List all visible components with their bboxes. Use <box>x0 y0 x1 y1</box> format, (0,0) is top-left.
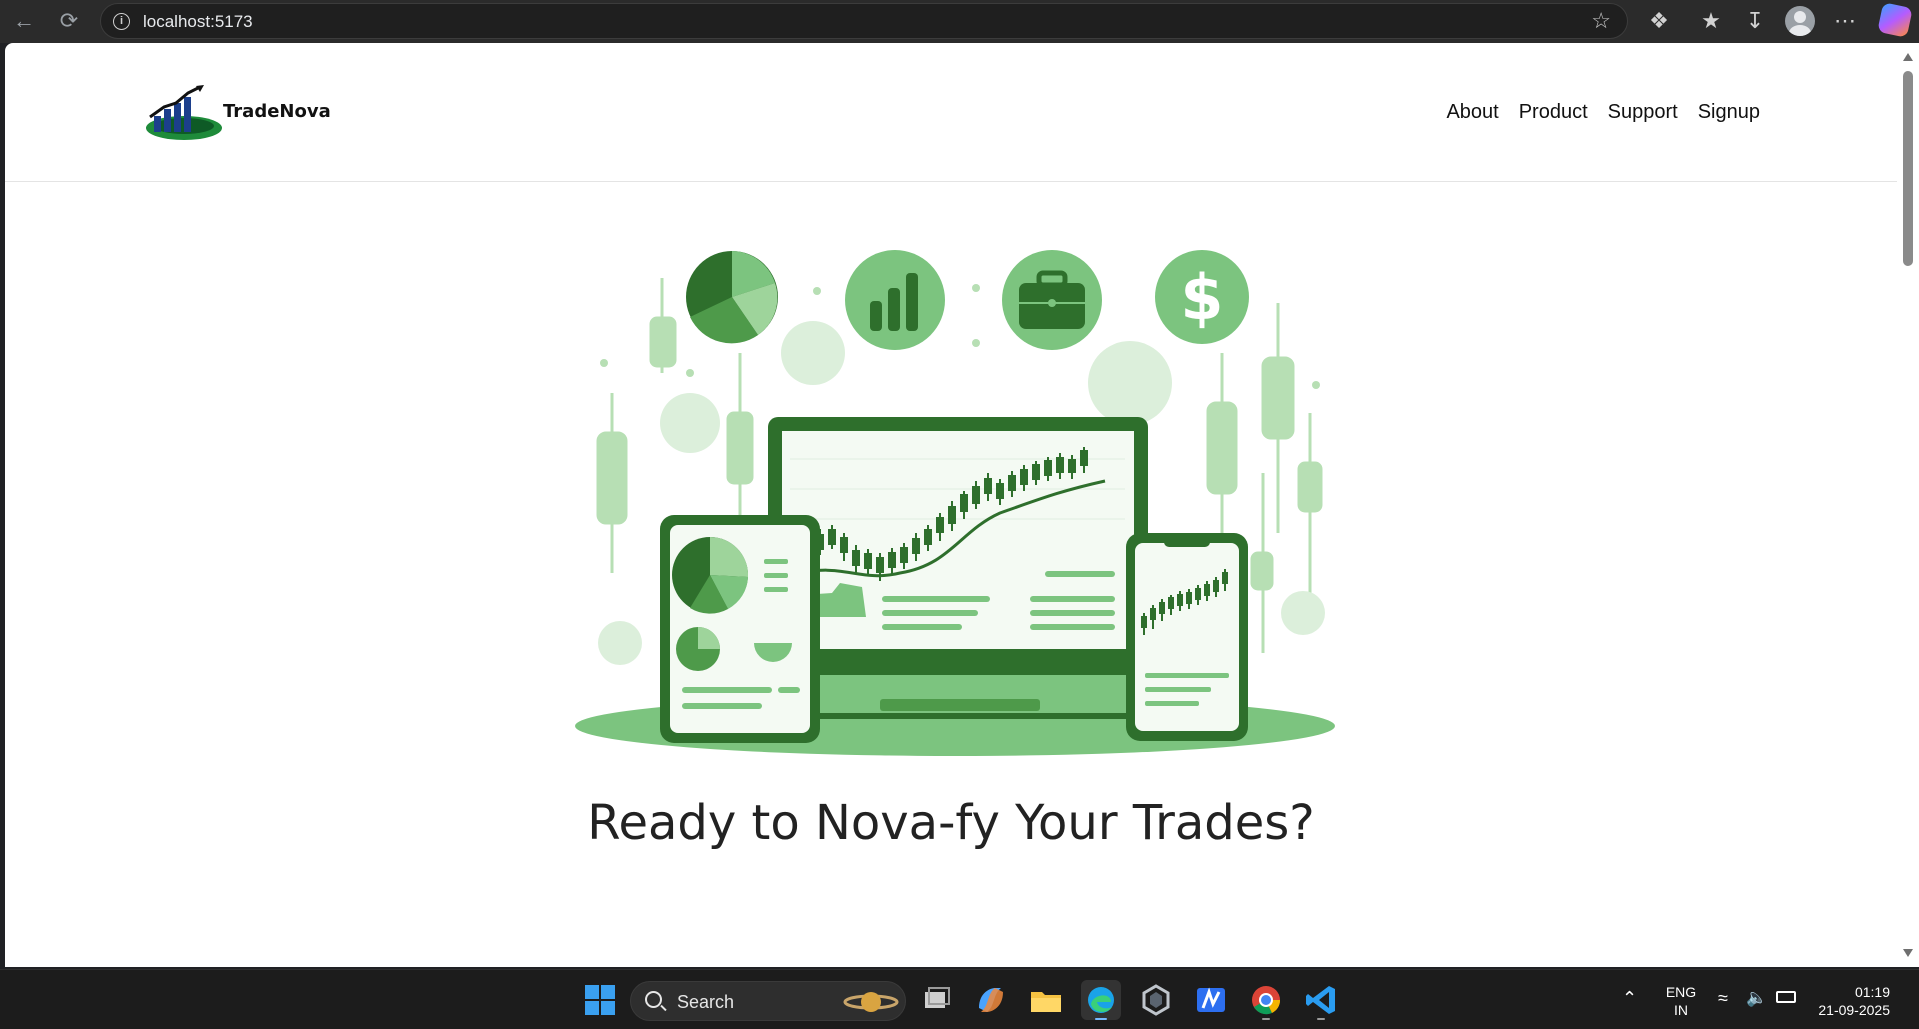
vscode-icon[interactable] <box>1301 980 1341 1020</box>
bar-chart-icon <box>845 250 945 350</box>
pie-chart-icon <box>686 251 778 344</box>
dollar-icon: $ <box>1155 250 1249 344</box>
windows-start-icon[interactable] <box>580 980 620 1020</box>
copilot-icon[interactable] <box>1877 2 1913 38</box>
scroll-up-arrow-icon[interactable] <box>1903 53 1913 61</box>
windows-taskbar: Search ⌃ ENG IN ≈ 🔈 01:19 21-09-2025 <box>0 969 1919 1029</box>
extensions-icon[interactable]: ❖ <box>1642 4 1676 38</box>
task-view-icon[interactable] <box>916 980 956 1020</box>
site-info-icon[interactable]: i <box>113 13 130 30</box>
browser-toolbar: ← ⟳ i localhost:5173 ☆ ❖ ★ ↧ ⋯ <box>0 0 1919 43</box>
language-region: IN <box>1674 1002 1688 1018</box>
favorites-icon[interactable]: ★ <box>1694 4 1728 38</box>
language-code: ENG <box>1665 984 1697 1000</box>
svg-text:$: $ <box>1180 261 1223 334</box>
scroll-down-arrow-icon[interactable] <box>1903 949 1913 957</box>
downloads-icon[interactable]: ↧ <box>1738 4 1772 38</box>
file-explorer-icon[interactable] <box>1026 980 1066 1020</box>
battery-icon[interactable] <box>1776 991 1796 1003</box>
copilot-app-icon[interactable] <box>971 980 1011 1020</box>
hero-headline: Ready to Nova-fy Your Trades? <box>587 795 1315 851</box>
site-navbar: TradeNova About Product Support Signup <box>5 43 1897 182</box>
chrome-browser-icon[interactable] <box>1246 980 1286 1020</box>
hero-illustration: $ <box>575 250 1335 756</box>
page-viewport: TradeNova About Product Support Signup $… <box>5 43 1897 967</box>
address-bar[interactable]: i localhost:5173 ☆ <box>100 3 1628 39</box>
address-url: localhost:5173 <box>143 12 253 31</box>
clock-time: 01:19 <box>1854 984 1890 1000</box>
search-icon <box>645 991 662 1008</box>
phone-illustration <box>1126 533 1248 741</box>
page-scrollbar[interactable] <box>1897 43 1919 967</box>
favorite-star-icon[interactable]: ☆ <box>1591 8 1611 34</box>
nav-link-signup[interactable]: Signup <box>1698 101 1760 124</box>
saturn-icon <box>843 992 899 1012</box>
nav-link-about[interactable]: About <box>1446 101 1498 124</box>
nav-link-product[interactable]: Product <box>1519 101 1588 124</box>
volume-icon[interactable]: 🔈 <box>1746 988 1767 1008</box>
profile-avatar[interactable] <box>1785 6 1815 36</box>
app-hexagon-icon[interactable] <box>1136 980 1176 1020</box>
app-blue-tile-icon[interactable] <box>1191 980 1231 1020</box>
tablet-illustration <box>660 515 820 743</box>
taskbar-search[interactable]: Search <box>630 981 906 1021</box>
scrollbar-thumb[interactable] <box>1903 71 1913 266</box>
more-menu-icon[interactable]: ⋯ <box>1828 4 1862 38</box>
briefcase-icon <box>1002 250 1102 350</box>
clock[interactable]: 01:19 21-09-2025 <box>1810 983 1890 1019</box>
chevron-up-icon[interactable]: ⌃ <box>1622 988 1637 1009</box>
brand-name[interactable]: TradeNova <box>223 101 331 122</box>
search-label: Search <box>677 992 735 1012</box>
clock-date: 21-09-2025 <box>1818 1002 1890 1018</box>
language-indicator[interactable]: ENG IN <box>1662 983 1700 1019</box>
back-arrow-icon[interactable]: ← <box>9 6 39 36</box>
wifi-icon[interactable]: ≈ <box>1718 988 1728 1009</box>
reload-icon[interactable]: ⟳ <box>54 6 84 36</box>
edge-browser-icon[interactable] <box>1081 980 1121 1020</box>
nav-link-support[interactable]: Support <box>1608 101 1678 124</box>
main-navigation: About Product Support Signup <box>1446 101 1760 124</box>
